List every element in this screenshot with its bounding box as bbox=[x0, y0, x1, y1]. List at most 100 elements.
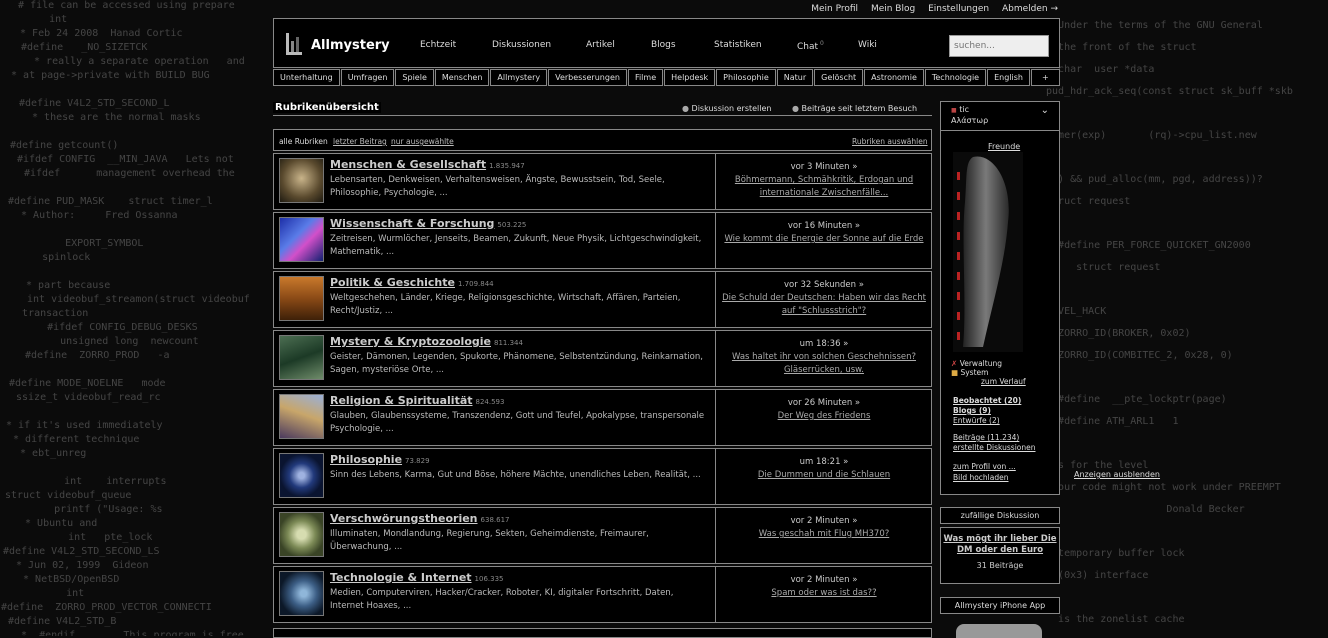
new-discussion-link[interactable]: ● Diskussion erstellen bbox=[682, 104, 771, 113]
iphone-app-header[interactable]: Allmystery iPhone App bbox=[940, 597, 1060, 614]
settings-link[interactable]: Einstellungen bbox=[928, 4, 989, 14]
new-posts-icon: ● bbox=[792, 104, 799, 113]
tab-umfragen[interactable]: Umfragen bbox=[340, 69, 395, 86]
avatar[interactable] bbox=[953, 152, 1023, 352]
last-post-time[interactable]: vor 16 Minuten » bbox=[717, 221, 931, 231]
tab-english[interactable]: English bbox=[987, 69, 1030, 86]
posts-link[interactable]: Beiträge (11.234) bbox=[953, 433, 1019, 442]
rubric-count: 106.335 bbox=[474, 575, 504, 583]
drafts-link[interactable]: Entwürfe (2) bbox=[953, 416, 1000, 425]
new-posts-link[interactable]: ● Beiträge seit letztem Besuch bbox=[792, 104, 917, 113]
my-profile-link[interactable]: Mein Profil bbox=[811, 4, 858, 14]
filter-selected[interactable]: nur ausgewählte bbox=[391, 137, 454, 146]
tab-geloescht[interactable]: Gelöscht bbox=[814, 69, 864, 86]
last-thread-link[interactable]: Die Dummen und die Schlauen bbox=[717, 469, 931, 482]
filter-last-post[interactable]: letzter Beitrag bbox=[333, 137, 387, 146]
rubric-thumbnail[interactable] bbox=[279, 512, 324, 557]
last-post-time[interactable]: vor 2 Minuten » bbox=[717, 575, 931, 585]
friends-link[interactable]: Freunde bbox=[988, 142, 1020, 151]
rubric-thumbnail[interactable] bbox=[279, 276, 324, 321]
rubric-title[interactable]: Wissenschaft & Forschung 503.225 bbox=[330, 217, 526, 230]
filter-all[interactable]: alle Rubriken bbox=[279, 137, 328, 146]
last-post-time[interactable]: vor 32 Sekunden » bbox=[717, 280, 931, 290]
tab-menschen[interactable]: Menschen bbox=[434, 69, 490, 86]
rubric-description: Lebensarten, Denkweisen, Verhaltensweise… bbox=[330, 175, 665, 198]
my-blog-link[interactable]: Mein Blog bbox=[871, 4, 915, 14]
logout-link[interactable]: Abmelden → bbox=[1002, 4, 1058, 14]
chevron-down-icon[interactable]: ⌄ bbox=[1041, 105, 1049, 116]
background-code-line: * Feb 24 2008 Hanad Cortic bbox=[14, 28, 183, 39]
hide-ads-link[interactable]: Anzeigen ausblenden bbox=[1074, 470, 1160, 479]
last-thread-link[interactable]: Was geschah mit Flug MH370? bbox=[717, 528, 931, 541]
last-thread-link[interactable]: Was haltet ihr von solchen Geschehnissen… bbox=[717, 351, 931, 377]
profile-link[interactable]: zum Profil von ... bbox=[953, 462, 1016, 471]
tab-allmystery[interactable]: Allmystery bbox=[490, 69, 548, 86]
last-thread-link[interactable]: Der Weg des Friedens bbox=[717, 410, 931, 423]
rubric-row: Menschen & Gesellschaft 1.835.947 Lebensa… bbox=[273, 153, 932, 210]
blogs-link[interactable]: Blogs (9) bbox=[953, 406, 991, 415]
rubric-thumbnail[interactable] bbox=[279, 158, 324, 203]
rubric-title[interactable]: Menschen & Gesellschaft 1.835.947 bbox=[330, 158, 525, 171]
rubric-row: Technologie & Internet 106.335 Medien, Co… bbox=[273, 566, 932, 623]
choose-rubrics-link[interactable]: Rubriken auswählen bbox=[852, 137, 928, 146]
rubric-title[interactable]: Religion & Spiritualität 824.593 bbox=[330, 394, 504, 407]
tab-helpdesk[interactable]: Helpdesk bbox=[664, 69, 716, 86]
random-discussion-link[interactable]: Was mögt ihr lieber Die DM oder den Euro bbox=[941, 534, 1059, 556]
tab-verbesserungen[interactable]: Verbesserungen bbox=[548, 69, 627, 86]
allmystery-logo-icon[interactable] bbox=[286, 33, 302, 55]
rubric-title[interactable]: Politik & Geschichte 1.709.844 bbox=[330, 276, 494, 289]
last-post-time[interactable]: vor 26 Minuten » bbox=[717, 398, 931, 408]
last-post-time[interactable]: vor 2 Minuten » bbox=[717, 516, 931, 526]
last-thread-link[interactable]: Böhmermann, Schmähkritik, Erdogan und in… bbox=[717, 174, 931, 200]
rubric-thumbnail[interactable] bbox=[279, 217, 324, 262]
tab-filme[interactable]: Filme bbox=[627, 69, 664, 86]
username: tic bbox=[959, 105, 969, 114]
background-code-line: int bbox=[7, 14, 68, 25]
nav-blogs[interactable]: Blogs bbox=[651, 40, 676, 50]
rubric-thumbnail[interactable] bbox=[279, 335, 324, 380]
search-input[interactable] bbox=[949, 35, 1049, 57]
rubric-title[interactable]: Technologie & Internet 106.335 bbox=[330, 571, 504, 584]
nav-artikel[interactable]: Artikel bbox=[586, 40, 615, 50]
system-item[interactable]: ■ System bbox=[951, 368, 988, 377]
tab-astronomie[interactable]: Astronomie bbox=[864, 69, 924, 86]
rubric-title[interactable]: Verschwörungstheorien 638.617 bbox=[330, 512, 509, 525]
nav-wiki[interactable]: Wiki bbox=[858, 40, 877, 50]
upload-image-link[interactable]: Bild hochladen bbox=[953, 473, 1009, 482]
nav-chat[interactable]: Chat 0 bbox=[797, 40, 824, 52]
tab-technologie[interactable]: Technologie bbox=[924, 69, 987, 86]
rubric-title[interactable]: Mystery & Kryptozoologie 811.344 bbox=[330, 335, 523, 348]
watched-link[interactable]: Beobachtet (20) bbox=[953, 396, 1021, 405]
verwaltung-item[interactable]: ✗ Verwaltung bbox=[951, 359, 1002, 368]
last-thread-link[interactable]: Spam oder was ist das?? bbox=[717, 587, 931, 600]
rubric-thumbnail[interactable] bbox=[279, 453, 324, 498]
rubric-title[interactable]: Philosophie 73.829 bbox=[330, 453, 430, 466]
rubric-thumbnail[interactable] bbox=[279, 571, 324, 616]
last-post-time[interactable]: um 18:21 » bbox=[717, 457, 931, 467]
rubric-row: Wissenschaft & Forschung 503.225 Zeitreis… bbox=[273, 212, 932, 269]
random-discussion: Was mögt ihr lieber Die DM oder den Euro… bbox=[940, 527, 1060, 584]
rubric-count: 503.225 bbox=[497, 221, 527, 229]
last-thread-link[interactable]: Wie kommt die Energie der Sonne auf die … bbox=[717, 233, 931, 246]
tab-philosophie[interactable]: Philosophie bbox=[716, 69, 776, 86]
new-posts-label: Beiträge seit letztem Besuch bbox=[801, 104, 918, 113]
tab-spiele[interactable]: Spiele bbox=[395, 69, 434, 86]
verwaltung-icon: ✗ bbox=[951, 359, 958, 368]
nav-diskussionen[interactable]: Diskussionen bbox=[492, 40, 551, 50]
site-logo-text[interactable]: Allmystery bbox=[311, 38, 390, 53]
tab-more[interactable]: + bbox=[1030, 69, 1060, 86]
rubric-thumbnail[interactable] bbox=[279, 394, 324, 439]
last-post-time[interactable]: um 18:36 » bbox=[717, 339, 931, 349]
created-discussions-link[interactable]: erstellte Diskussionen bbox=[953, 443, 1036, 452]
tab-unterhaltung[interactable]: Unterhaltung bbox=[273, 69, 340, 86]
last-post-time[interactable]: vor 3 Minuten » bbox=[717, 162, 931, 172]
background-code-line: * NetBSD/OpenBSD bbox=[17, 574, 120, 585]
history-link[interactable]: zum Verlauf bbox=[981, 377, 1026, 386]
last-thread-link[interactable]: Die Schuld der Deutschen: Haben wir das … bbox=[717, 292, 931, 318]
user-menu[interactable]: ■ tic Αλάστωρ ⌄ bbox=[941, 102, 1059, 131]
nav-echtzeit[interactable]: Echtzeit bbox=[420, 40, 456, 50]
nav-statistiken[interactable]: Statistiken bbox=[714, 40, 762, 50]
rubric-description: Sinn des Lebens, Karma, Gut und Böse, hö… bbox=[330, 470, 701, 480]
tab-natur[interactable]: Natur bbox=[776, 69, 814, 86]
background-code-line: printf ("Usage: %s bbox=[12, 504, 163, 515]
